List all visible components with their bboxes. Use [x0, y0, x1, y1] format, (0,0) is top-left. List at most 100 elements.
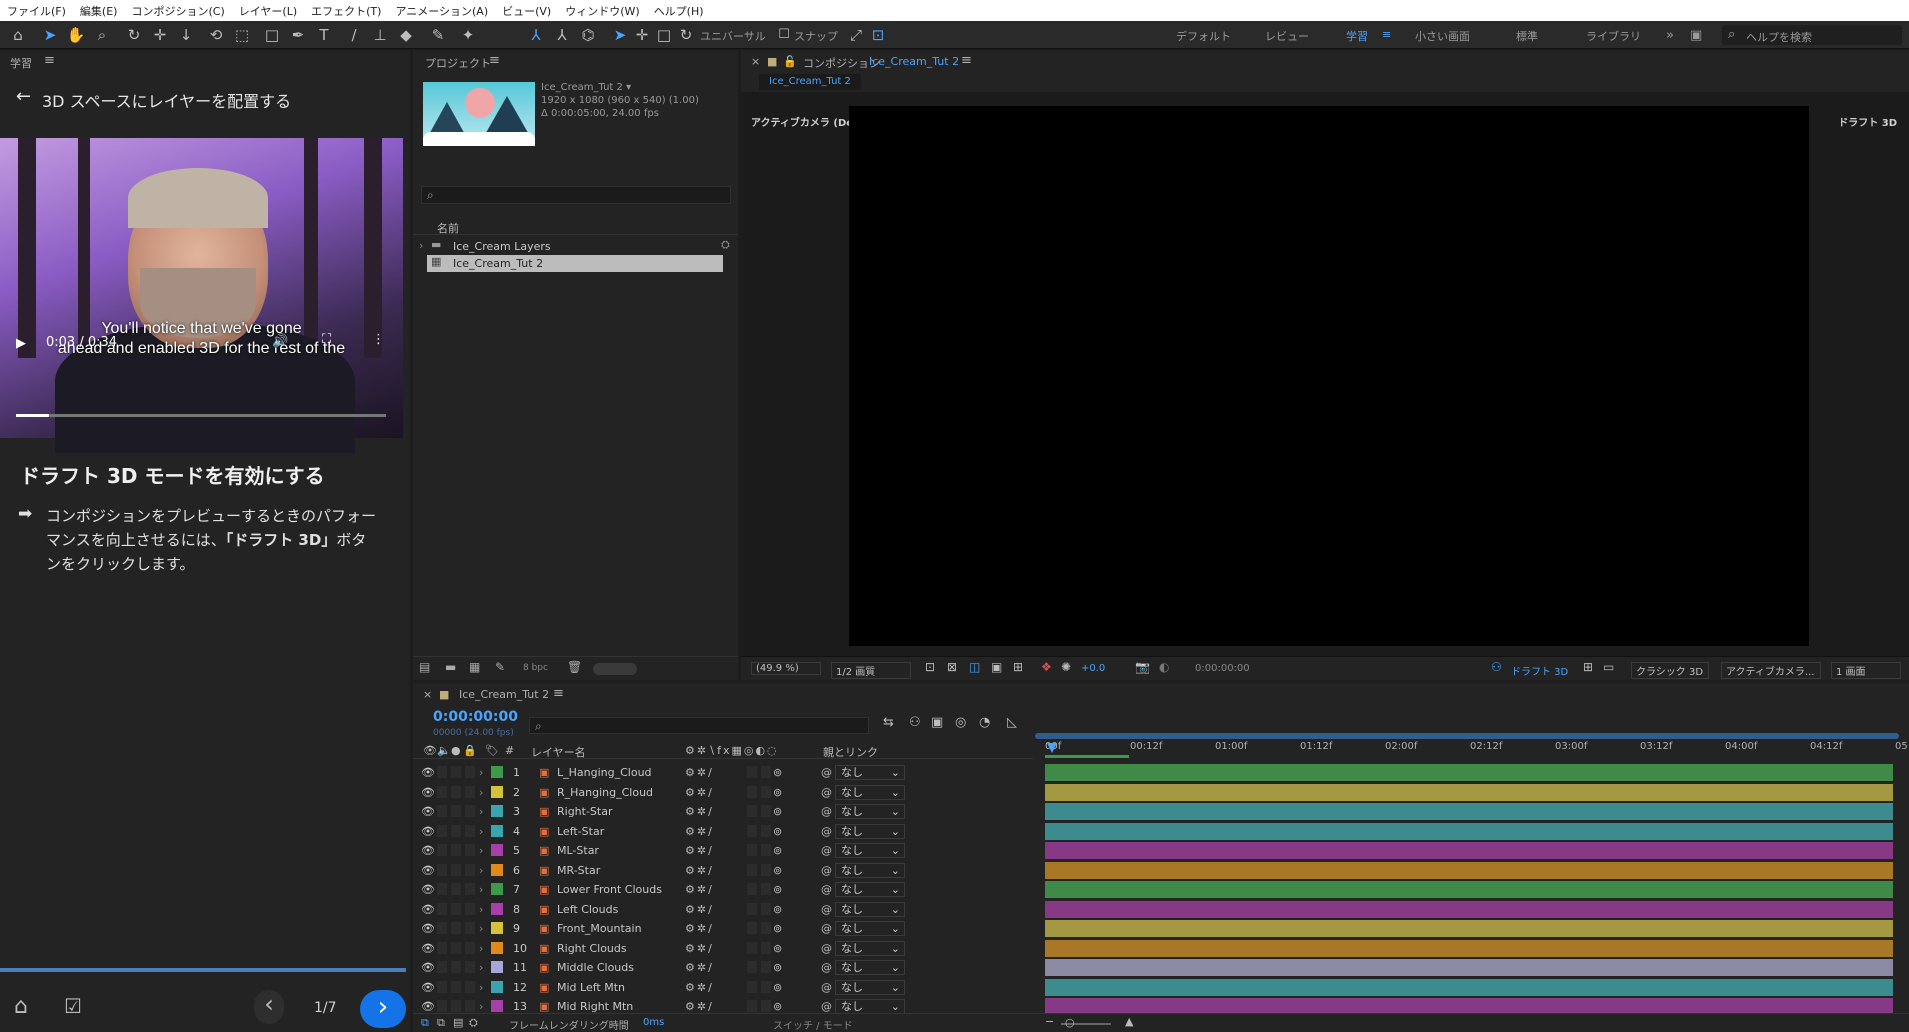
- color-management-icon[interactable]: ✺: [1061, 660, 1071, 674]
- visibility-icon[interactable]: 👁: [421, 961, 435, 974]
- grid-guides-icon[interactable]: ⊞: [1013, 660, 1023, 674]
- 3d-layer-icon[interactable]: ⊚: [773, 844, 782, 857]
- interpret-footage-icon[interactable]: ▤: [419, 660, 430, 674]
- visibility-icon[interactable]: 👁: [421, 942, 435, 955]
- expand-icon[interactable]: ›: [479, 825, 483, 838]
- layer-switches[interactable]: ⚙✲∕: [685, 942, 714, 955]
- draft-3d-icon[interactable]: ⚇: [1491, 660, 1502, 674]
- switch-toggle[interactable]: [747, 785, 757, 798]
- composition-viewer[interactable]: [849, 106, 1809, 646]
- snap-checkbox[interactable]: ☐: [774, 25, 794, 45]
- switch-toggle[interactable]: [747, 805, 757, 817]
- layer-switches-toggle-icon[interactable]: ⧉: [421, 1016, 429, 1030]
- audio-toggle[interactable]: [437, 805, 447, 817]
- new-composition-icon[interactable]: ▦: [469, 660, 480, 674]
- visibility-icon[interactable]: 👁: [421, 903, 435, 916]
- region-of-interest-icon[interactable]: ▣: [991, 660, 1002, 674]
- layer-row[interactable]: 👁 › 6 ▣ MR-Star ⚙✲∕ ⊚ @ なし ⌄: [413, 861, 1909, 880]
- dolly-tool-icon[interactable]: ↓: [176, 25, 196, 45]
- more-options-icon[interactable]: ⋮: [372, 332, 385, 347]
- visibility-icon[interactable]: 👁: [421, 864, 435, 877]
- view-layout-select[interactable]: 1 画面: [1831, 662, 1901, 679]
- zoom-select[interactable]: (49.9 %): [751, 662, 821, 675]
- switch-toggle[interactable]: [747, 766, 757, 778]
- label-color-swatch[interactable]: [491, 961, 503, 973]
- visibility-icon[interactable]: 👁: [421, 981, 435, 994]
- parent-select[interactable]: なし ⌄: [835, 901, 905, 917]
- layer-name[interactable]: L_Hanging_Cloud: [557, 766, 652, 779]
- zoom-in-icon[interactable]: ▲: [1125, 1015, 1133, 1028]
- layer-duration-bar[interactable]: [1045, 822, 1893, 840]
- gizmo-move-icon[interactable]: ✛: [632, 25, 652, 45]
- layer-switches[interactable]: ⚙✲∕: [685, 825, 714, 838]
- menu-item-1[interactable]: 編集(E): [73, 3, 125, 19]
- thumbnail-slider[interactable]: [593, 663, 637, 675]
- roto-brush-tool-icon[interactable]: ✎: [428, 25, 448, 45]
- visibility-icon[interactable]: 👁: [421, 883, 435, 896]
- switch-toggle[interactable]: [747, 1000, 757, 1012]
- visibility-icon[interactable]: 👁: [421, 766, 435, 779]
- audio-toggle[interactable]: [437, 961, 447, 973]
- label-color-swatch[interactable]: [491, 844, 503, 856]
- layer-row[interactable]: 👁 › 4 ▣ Left-Star ⚙✲∕ ⊚ @ なし ⌄: [413, 822, 1909, 841]
- 3d-layer-icon[interactable]: ⊚: [773, 805, 782, 818]
- snapshot-icon[interactable]: 📷: [1135, 660, 1150, 674]
- layer-duration-bar[interactable]: [1045, 861, 1893, 879]
- lock-toggle[interactable]: [465, 805, 475, 817]
- visibility-icon[interactable]: 👁: [421, 786, 435, 799]
- layer-switches[interactable]: ⚙✲∕: [685, 981, 714, 994]
- fast-previews-icon[interactable]: ⊡: [925, 660, 935, 674]
- switch-toggle[interactable]: [761, 961, 771, 973]
- snap-target-icon[interactable]: ⊡: [868, 25, 888, 45]
- zoom-out-icon[interactable]: −: [1045, 1015, 1054, 1028]
- brush-tool-icon[interactable]: ∕: [344, 25, 364, 45]
- solo-toggle[interactable]: [451, 922, 461, 934]
- volume-icon[interactable]: 🔊: [272, 334, 288, 349]
- audio-toggle[interactable]: [437, 824, 447, 837]
- label-color-swatch[interactable]: [491, 1000, 503, 1012]
- playhead[interactable]: [1047, 743, 1057, 753]
- home-learn-icon[interactable]: ⌂: [14, 994, 28, 1019]
- layer-switches[interactable]: ⚙✲∕: [685, 805, 714, 818]
- composition-mini-flowchart-icon[interactable]: ⇆: [883, 715, 894, 730]
- workspace-default[interactable]: デフォルト: [1176, 28, 1231, 44]
- switch-toggle[interactable]: [747, 941, 757, 954]
- transparency-grid-icon[interactable]: ⊠: [947, 660, 957, 674]
- layer-switches[interactable]: ⚙✲∕: [685, 922, 714, 935]
- lock-toggle[interactable]: [465, 824, 475, 837]
- lock-toggle[interactable]: [465, 1000, 475, 1012]
- layer-row[interactable]: 👁 › 7 ▣ Lower Front Clouds ⚙✲∕ ⊚ @ なし ⌄: [413, 880, 1909, 899]
- audio-toggle[interactable]: [437, 1000, 447, 1012]
- more-workspaces-icon[interactable]: »: [1666, 28, 1674, 43]
- axis-local-icon[interactable]: ⅄: [526, 25, 546, 45]
- draft-3d-timeline-icon[interactable]: ⚇: [909, 715, 921, 730]
- workspace-review[interactable]: レビュー: [1265, 28, 1309, 44]
- expand-icon[interactable]: ›: [479, 883, 483, 896]
- timeline-search-input[interactable]: ⌕: [529, 717, 869, 734]
- lock-toggle[interactable]: [465, 941, 475, 954]
- trash-icon[interactable]: 🗑: [567, 660, 582, 674]
- layer-name[interactable]: Left-Star: [557, 825, 604, 838]
- parent-select[interactable]: なし ⌄: [835, 960, 905, 975]
- 3d-layer-icon[interactable]: ⊚: [773, 825, 782, 838]
- switch-toggle[interactable]: [761, 805, 771, 817]
- play-icon[interactable]: ▶: [16, 336, 26, 351]
- expand-icon[interactable]: ›: [419, 239, 423, 252]
- label-color-swatch[interactable]: [491, 824, 503, 837]
- label-color-swatch[interactable]: [491, 980, 503, 993]
- checklist-icon[interactable]: ☑: [64, 994, 82, 1018]
- switch-toggle[interactable]: [761, 980, 771, 993]
- 3d-layer-icon[interactable]: ⊚: [773, 786, 782, 799]
- switch-toggle[interactable]: [761, 883, 771, 895]
- show-snapshot-icon[interactable]: ◐: [1159, 660, 1169, 674]
- expand-icon[interactable]: ›: [479, 766, 483, 779]
- transfer-controls-toggle-icon[interactable]: ⧉: [437, 1016, 445, 1030]
- parent-select[interactable]: なし ⌄: [835, 979, 905, 995]
- gizmo-rotate-icon[interactable]: ↻: [676, 25, 696, 45]
- graph-editor-icon[interactable]: ◺: [1007, 715, 1017, 730]
- switch-toggle[interactable]: [761, 785, 771, 798]
- menu-item-6[interactable]: ビュー(V): [495, 3, 558, 19]
- expand-icon[interactable]: ›: [479, 981, 483, 994]
- layer-row[interactable]: 👁 › 11 ▣ Middle Clouds ⚙✲∕ ⊚ @ なし ⌄: [413, 958, 1909, 977]
- pen-tool-icon[interactable]: ✒: [288, 25, 308, 45]
